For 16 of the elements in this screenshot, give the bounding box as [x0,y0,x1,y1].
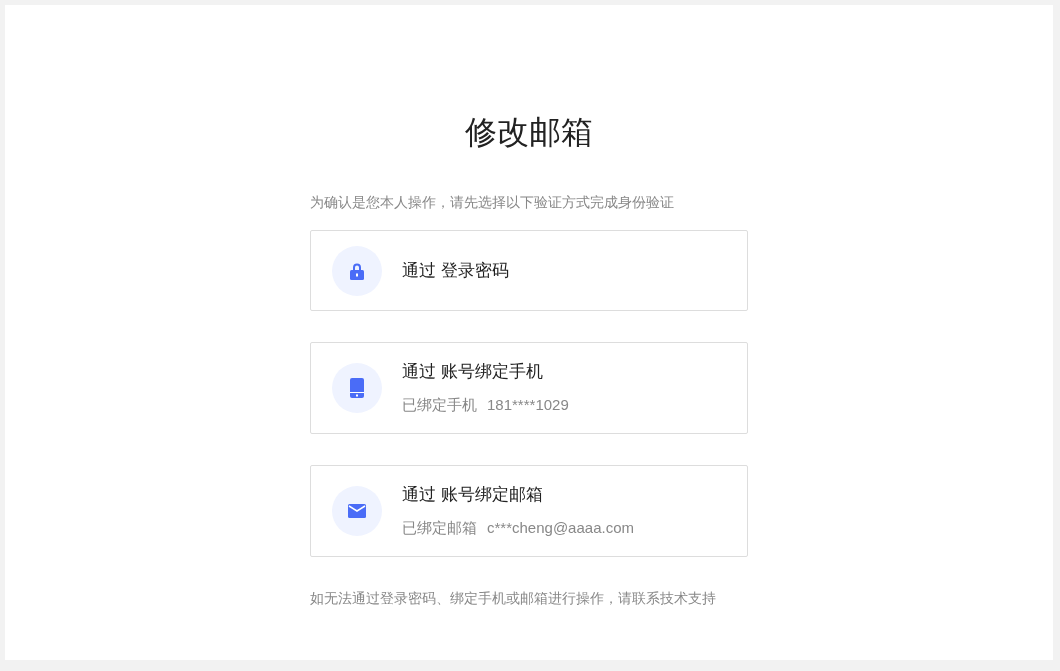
verification-option[interactable]: 通过 登录密码 [310,230,748,311]
detail-label: 已绑定手机 [402,395,477,415]
verification-option[interactable]: 通过 账号绑定手机 已绑定手机 181****1029 [310,342,748,434]
phone-icon [350,378,364,398]
mail-icon [348,504,366,518]
footer-note: 如无法通过登录密码、绑定手机或邮箱进行操作，请联系技术支持 [310,589,717,608]
verification-option[interactable]: 通过 账号绑定邮箱 已绑定邮箱 c***cheng@aaaa.com [310,465,748,557]
lock-icon [349,261,365,280]
option-label: 通过 账号绑定手机 [402,361,544,383]
instruction-text: 为确认是您本人操作，请先选择以下验证方式完成身份验证 [310,193,675,212]
option-label: 通过 账号绑定邮箱 [402,484,544,506]
detail-label: 已绑定邮箱 [402,518,477,538]
option-label: 通过 登录密码 [402,259,509,282]
detail-value: 181****1029 [487,395,569,415]
detail-value: c***cheng@aaaa.com [487,518,634,538]
page-title: 修改邮箱 [465,113,593,152]
